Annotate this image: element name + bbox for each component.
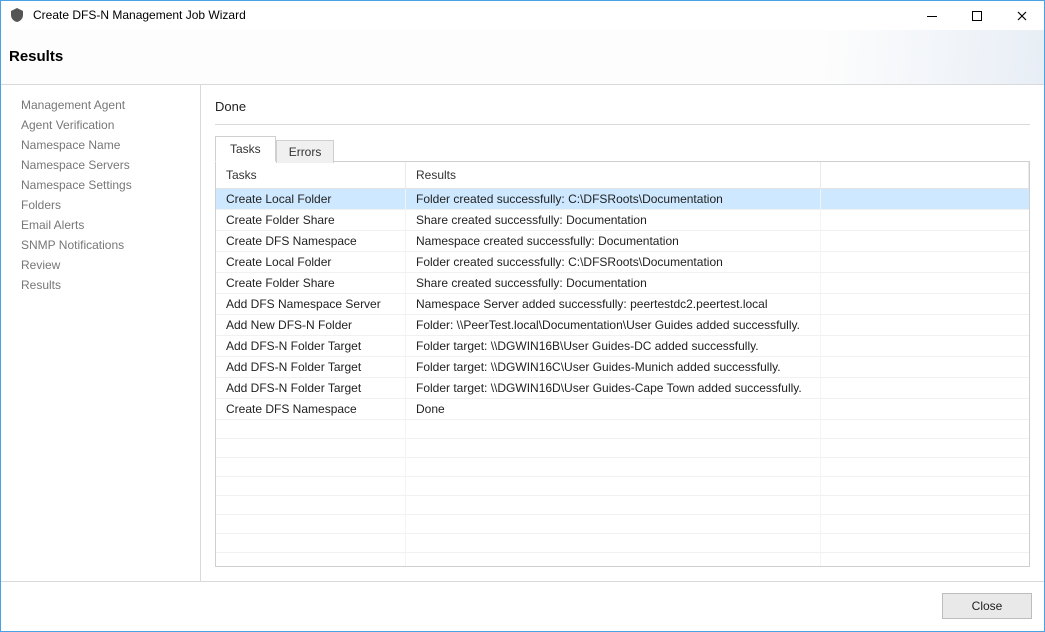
table-row-empty [216,458,1029,477]
cell-result: Folder target: \\DGWIN16D\User Guides-Ca… [406,378,821,398]
table-row[interactable]: Create Local FolderFolder created succes… [216,252,1029,273]
sidebar-item-email-alerts[interactable]: Email Alerts [1,215,200,235]
cell-extra [821,189,1029,209]
cell-result: Namespace Server added successfully: pee… [406,294,821,314]
table-row[interactable]: Add DFS-N Folder TargetFolder target: \\… [216,357,1029,378]
cell-extra [821,294,1029,314]
cell-task: Create DFS Namespace [216,231,406,251]
table-row-empty [216,553,1029,566]
cell-extra [821,231,1029,251]
table-row-empty [216,515,1029,534]
cell-task: Add DFS-N Folder Target [216,357,406,377]
sidebar-item-management-agent[interactable]: Management Agent [1,95,200,115]
cell-task: Add New DFS-N Folder [216,315,406,335]
table-row[interactable]: Add DFS Namespace ServerNamespace Server… [216,294,1029,315]
cell-task: Create Local Folder [216,189,406,209]
cell-extra [821,315,1029,335]
close-window-button[interactable] [999,1,1044,31]
cell-result: Folder created successfully: C:\DFSRoots… [406,189,821,209]
cell-result: Done [406,399,821,419]
page-title: Results [9,48,63,65]
table-row[interactable]: Add New DFS-N FolderFolder: \\PeerTest.l… [216,315,1029,336]
cell-task: Create Local Folder [216,252,406,272]
wizard-steps-sidebar: Management Agent Agent Verification Name… [1,85,201,581]
cell-task: Create Folder Share [216,210,406,230]
window-controls [909,1,1044,31]
sidebar-item-namespace-settings[interactable]: Namespace Settings [1,175,200,195]
grid-header: Tasks Results [216,162,1029,189]
sidebar-item-agent-verification[interactable]: Agent Verification [1,115,200,135]
column-header-tasks[interactable]: Tasks [216,162,406,188]
cell-extra [821,357,1029,377]
table-row[interactable]: Create Folder ShareShare created success… [216,210,1029,231]
window-title: Create DFS-N Management Job Wizard [33,8,246,22]
cell-result: Folder created successfully: C:\DFSRoots… [406,252,821,272]
sidebar-item-namespace-servers[interactable]: Namespace Servers [1,155,200,175]
table-row-empty [216,534,1029,553]
cell-task: Add DFS Namespace Server [216,294,406,314]
maximize-icon [971,10,983,22]
cell-extra [821,378,1029,398]
tabs-bar: Tasks Errors [215,135,1030,161]
table-row[interactable]: Create DFS NamespaceDone [216,399,1029,420]
table-row[interactable]: Create DFS NamespaceNamespace created su… [216,231,1029,252]
footer: Close [1,582,1044,631]
main-panel: Done Tasks Errors Tasks Results Create L… [201,85,1044,581]
table-row-empty [216,439,1029,458]
wizard-header: Results [1,30,1044,85]
sidebar-item-results[interactable]: Results [1,275,200,295]
cell-result: Folder target: \\DGWIN16B\User Guides-DC… [406,336,821,356]
tasks-panel: Tasks Results Create Local FolderFolder … [215,161,1030,567]
cell-extra [821,273,1029,293]
window-frame: Create DFS-N Management Job Wizard Resul… [0,0,1045,632]
cell-task: Add DFS-N Folder Target [216,336,406,356]
cell-result: Namespace created successfully: Document… [406,231,821,251]
sidebar-item-namespace-name[interactable]: Namespace Name [1,135,200,155]
section-label: Done [215,99,1030,114]
column-header-results[interactable]: Results [406,162,821,188]
sidebar-item-review[interactable]: Review [1,255,200,275]
tab-errors[interactable]: Errors [276,140,335,163]
table-row[interactable]: Add DFS-N Folder TargetFolder target: \\… [216,336,1029,357]
table-row[interactable]: Add DFS-N Folder TargetFolder target: \\… [216,378,1029,399]
titlebar: Create DFS-N Management Job Wizard [1,1,1044,30]
cell-task: Add DFS-N Folder Target [216,378,406,398]
minimize-button[interactable] [909,1,954,31]
grid-body[interactable]: Create Local FolderFolder created succes… [216,189,1029,566]
app-icon [9,7,25,23]
sidebar-item-snmp-notifications[interactable]: SNMP Notifications [1,235,200,255]
cell-extra [821,252,1029,272]
table-row-empty [216,496,1029,515]
minimize-icon [926,10,938,22]
table-row-empty [216,420,1029,439]
cell-task: Create Folder Share [216,273,406,293]
cell-result: Folder target: \\DGWIN16C\User Guides-Mu… [406,357,821,377]
table-row-empty [216,477,1029,496]
cell-extra [821,399,1029,419]
body: Management Agent Agent Verification Name… [1,85,1044,582]
cell-result: Share created successfully: Documentatio… [406,273,821,293]
tab-tasks[interactable]: Tasks [215,136,276,162]
cell-result: Share created successfully: Documentatio… [406,210,821,230]
table-row[interactable]: Create Local FolderFolder created succes… [216,189,1029,210]
cell-task: Create DFS Namespace [216,399,406,419]
close-button[interactable]: Close [942,593,1032,619]
cell-extra [821,336,1029,356]
close-icon [1016,10,1028,22]
table-row[interactable]: Create Folder ShareShare created success… [216,273,1029,294]
sidebar-item-folders[interactable]: Folders [1,195,200,215]
section-separator [215,124,1030,125]
maximize-button[interactable] [954,1,999,31]
cell-result: Folder: \\PeerTest.local\Documentation\U… [406,315,821,335]
column-header-extra[interactable] [821,162,1029,188]
cell-extra [821,210,1029,230]
